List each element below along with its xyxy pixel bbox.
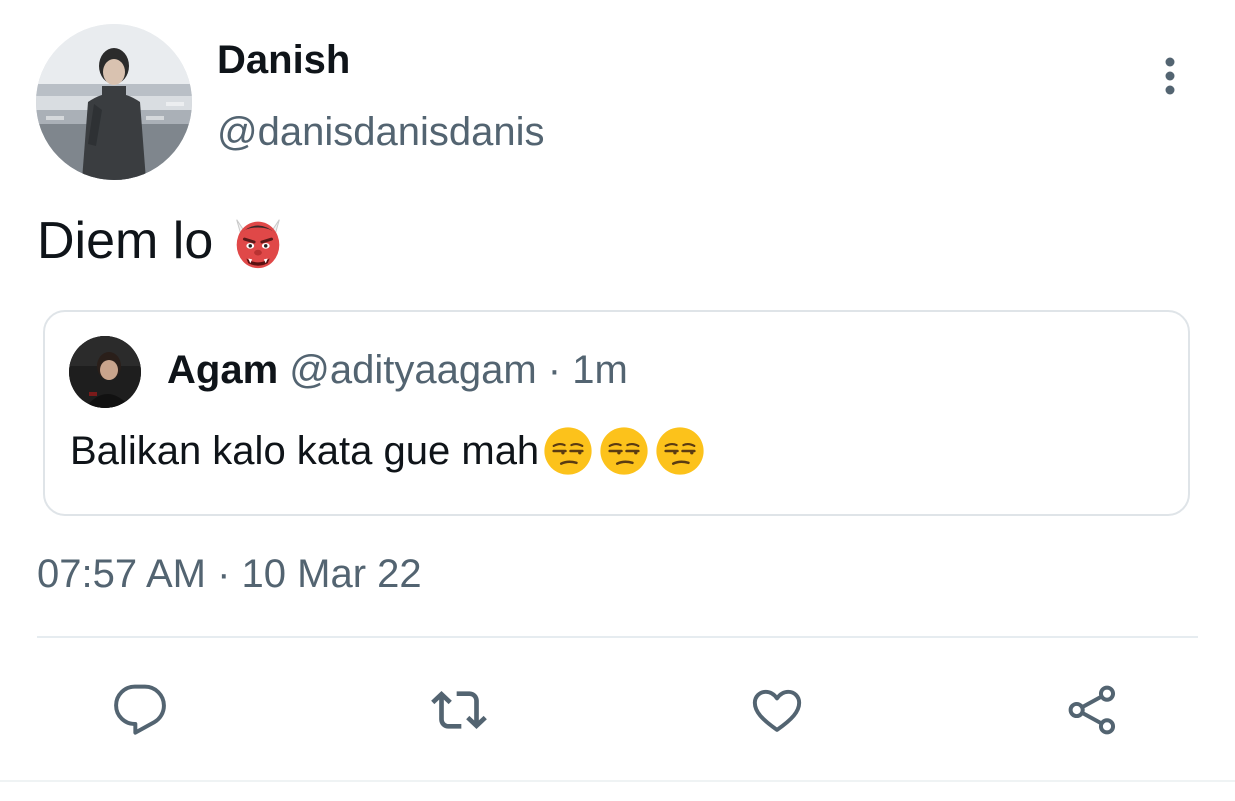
quoted-tweet-text: Balikan kalo kata gue mah [70, 424, 707, 478]
like-button[interactable] [747, 680, 807, 740]
retweet-icon [431, 691, 487, 729]
retweet-button[interactable] [429, 680, 489, 740]
quoted-author-name: Agam [167, 348, 279, 392]
quoted-avatar-image [69, 336, 141, 408]
tweet-text-content: Diem lo [37, 212, 214, 270]
like-icon [752, 689, 802, 732]
japanese-ogre-emoji [227, 210, 289, 272]
tweet-text: Diem lo [37, 210, 289, 272]
avatar-image [36, 24, 192, 180]
tweet-timestamp[interactable]: 07:57 AM · 10 Mar 22 [37, 552, 422, 597]
quoted-tweet-card[interactable]: Agam @adityaagam · 1m Balikan kalo kata … [43, 310, 1190, 516]
reply-icon [114, 684, 166, 735]
divider [37, 636, 1198, 638]
bottom-divider [0, 780, 1235, 782]
quoted-tweet-header: Agam @adityaagam · 1m [167, 348, 628, 393]
unamused-face-emoji [653, 424, 707, 478]
quoted-author-handle: @adityaagam [289, 348, 537, 392]
quoted-separator: · [547, 348, 562, 392]
more-options-button[interactable] [1150, 52, 1190, 100]
author-handle[interactable]: @danisdanisdanis [217, 110, 544, 155]
author-display-name[interactable]: Danish [217, 38, 350, 83]
share-icon [1068, 685, 1116, 735]
quoted-author-avatar[interactable] [69, 336, 141, 408]
share-button[interactable] [1063, 680, 1123, 740]
reply-button[interactable] [110, 680, 170, 740]
unamused-face-emoji [541, 424, 595, 478]
unamused-face-emoji [597, 424, 651, 478]
quoted-time: 1m [572, 348, 628, 392]
author-avatar[interactable] [36, 24, 192, 180]
quoted-tweet-text-content: Balikan kalo kata gue mah [70, 428, 540, 473]
vertical-ellipsis-icon [1165, 57, 1175, 95]
